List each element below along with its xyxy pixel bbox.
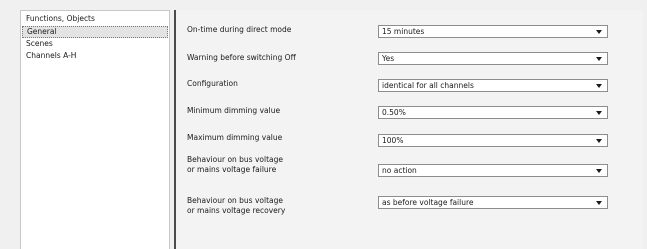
param-label-line: Configuration — [187, 79, 238, 88]
dropdown-value: identical for all channels — [382, 81, 474, 90]
dropdown-value: as before voltage failure — [382, 198, 474, 207]
param-label-min-dimming: Minimum dimming value — [187, 106, 280, 116]
param-label-line: or mains voltage recovery — [187, 206, 286, 215]
dropdown-arrow-icon — [596, 139, 602, 143]
dropdown-arrow-icon — [596, 84, 602, 88]
dropdown-arrow-icon — [596, 30, 602, 34]
navigation-sidebar: Functions, Objects General Scenes Channe… — [20, 10, 170, 249]
dropdown-arrow-icon — [596, 201, 602, 205]
sidebar-item-general[interactable]: General — [22, 26, 168, 38]
param-label-voltage-recovery: Behaviour on bus voltage or mains voltag… — [187, 196, 285, 216]
dropdown-value: no action — [382, 166, 417, 175]
param-label-line: On-time during direct mode — [187, 25, 292, 34]
dropdown-arrow-icon — [596, 169, 602, 173]
sidebar-item-scenes[interactable]: Scenes — [23, 39, 53, 49]
param-label-line: Behaviour on bus voltage — [187, 196, 283, 205]
param-label-line: Maximum dimming value — [187, 133, 283, 142]
voltage-failure-dropdown[interactable]: no action — [378, 164, 608, 177]
dropdown-value: 0.50% — [382, 108, 406, 117]
dropdown-value: Yes — [382, 54, 395, 63]
sidebar-item-functions-objects[interactable]: Functions, Objects — [23, 14, 95, 24]
param-label-configuration: Configuration — [187, 79, 238, 89]
dropdown-arrow-icon — [596, 111, 602, 115]
max-dimming-dropdown[interactable]: 100% — [378, 134, 608, 147]
param-label-line: Minimum dimming value — [187, 106, 281, 115]
configuration-dropdown[interactable]: identical for all channels — [378, 79, 608, 92]
min-dimming-dropdown[interactable]: 0.50% — [378, 106, 608, 119]
dropdown-arrow-icon — [596, 57, 602, 61]
param-label-voltage-failure: Behaviour on bus voltage or mains voltag… — [187, 155, 283, 175]
param-label-line: Behaviour on bus voltage — [187, 155, 283, 164]
parameter-panel: On-time during direct mode 15 minutes Wa… — [176, 10, 643, 249]
param-label-on-time: On-time during direct mode — [187, 25, 291, 35]
sidebar-item-channels-a-h[interactable]: Channels A-H — [23, 51, 76, 61]
param-label-line: or mains voltage failure — [187, 165, 277, 174]
dropdown-value: 100% — [382, 136, 404, 145]
voltage-recovery-dropdown[interactable]: as before voltage failure — [378, 196, 608, 209]
dropdown-value: 15 minutes — [382, 27, 425, 36]
param-label-warning: Warning before switching Off — [187, 53, 296, 63]
on-time-dropdown[interactable]: 15 minutes — [378, 25, 608, 38]
warning-dropdown[interactable]: Yes — [378, 52, 608, 65]
param-label-line: Warning before switching Off — [187, 53, 296, 62]
param-label-max-dimming: Maximum dimming value — [187, 133, 282, 143]
